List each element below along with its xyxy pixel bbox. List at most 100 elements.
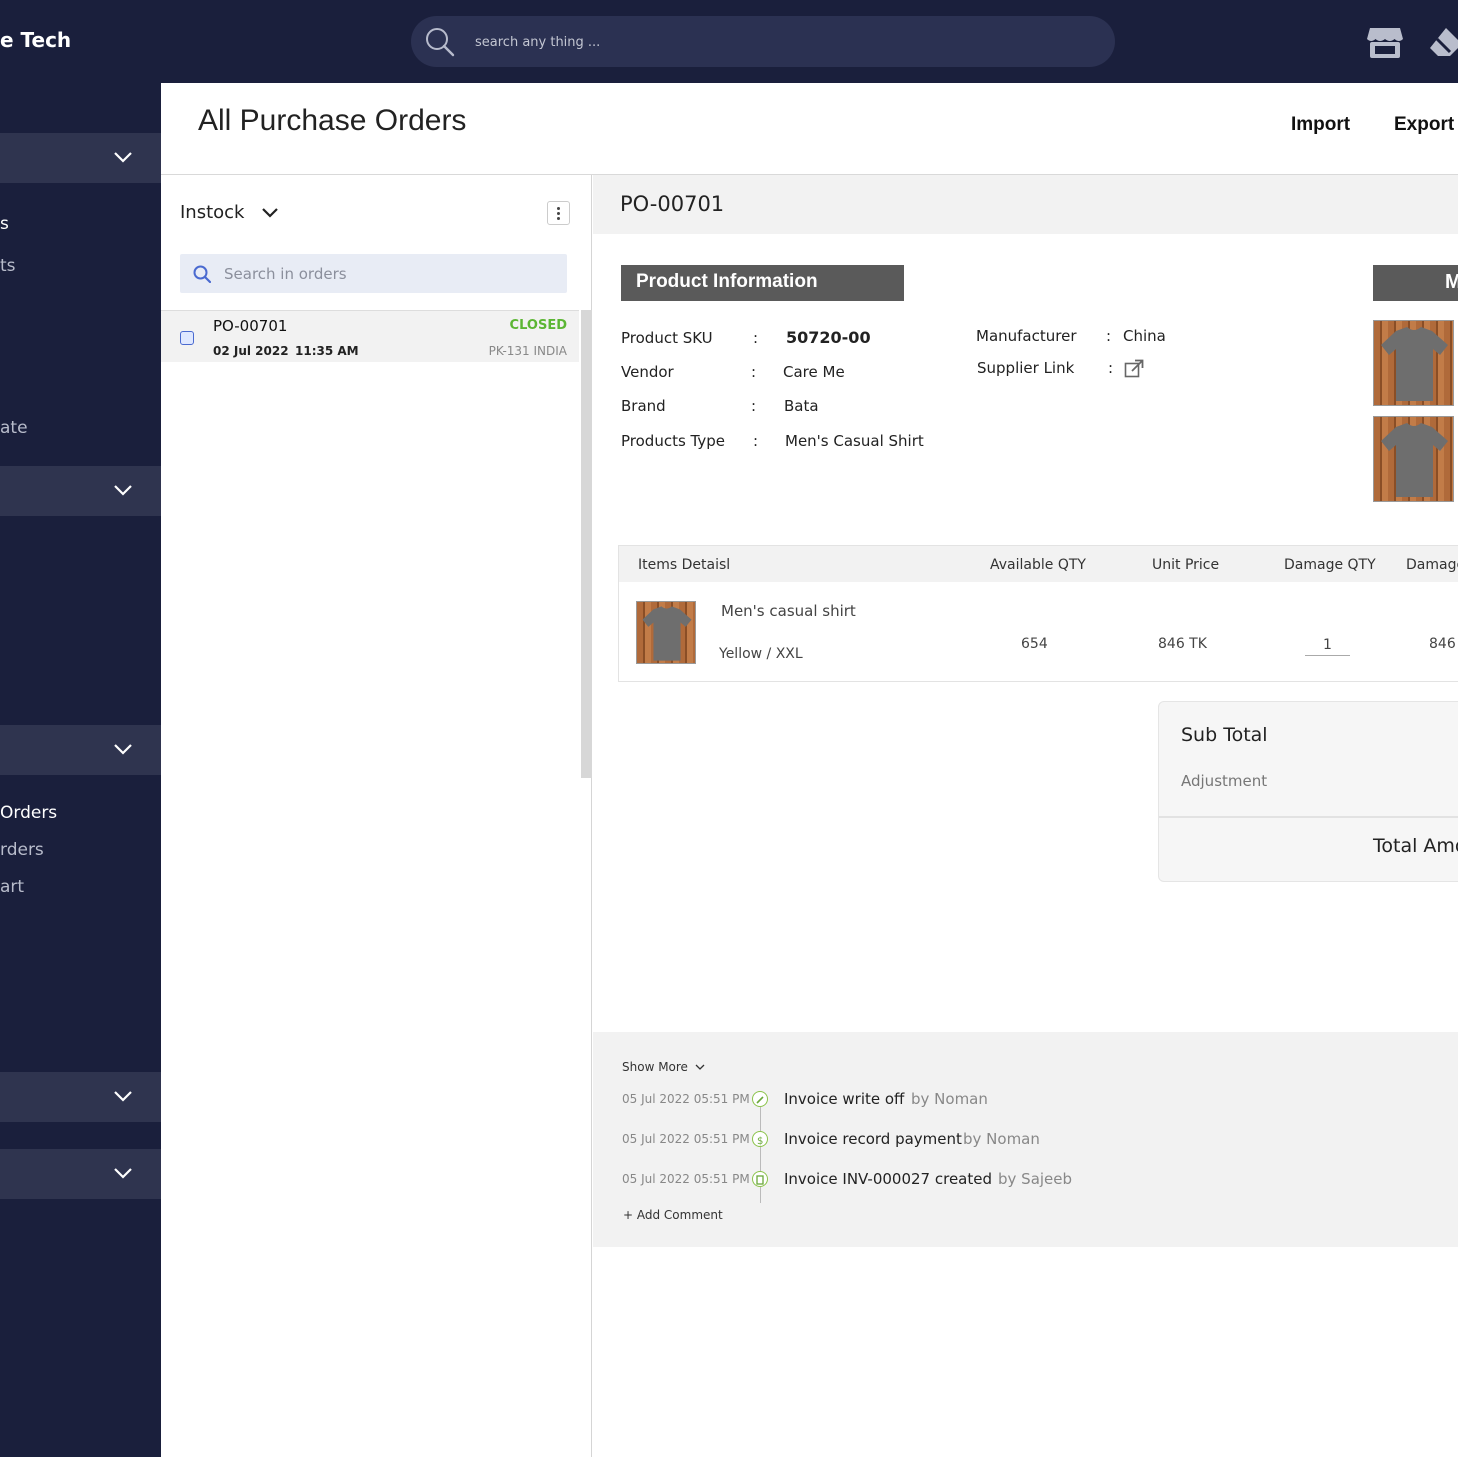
import-button[interactable]: Import: [1291, 114, 1350, 136]
brand-label: Brand: [621, 397, 666, 415]
edit-icon: [752, 1091, 768, 1107]
col-damage-qty: Damage QTY: [1284, 557, 1376, 573]
colon: :: [1106, 327, 1112, 345]
order-id: PO-00701: [213, 317, 288, 335]
order-checkbox[interactable]: [180, 331, 194, 345]
order-time: 11:35 AM: [295, 344, 359, 358]
top-bar: e Tech: [0, 0, 1458, 83]
chevron-down-icon: [114, 485, 132, 496]
product-type-value: Men's Casual Shirt: [785, 432, 924, 450]
brand-name: e Tech: [0, 28, 72, 52]
totals-divider: [1159, 816, 1458, 818]
colon: :: [753, 329, 759, 347]
sidebar: s ts ate Orders rders art: [0, 83, 161, 1457]
show-more-label: Show More: [622, 1060, 688, 1074]
global-search-input[interactable]: [475, 29, 1075, 55]
add-comment-button[interactable]: + Add Comment: [623, 1208, 723, 1222]
sidebar-item-6[interactable]: art: [0, 877, 24, 897]
sidebar-group-5[interactable]: [0, 1149, 161, 1199]
activity-text: Invoice record payment: [784, 1130, 962, 1148]
item-variant: Yellow / XXL: [719, 646, 803, 662]
tshirt-icon: [1381, 423, 1448, 497]
product-info-title: Product Information: [621, 265, 904, 301]
search-icon: [426, 28, 455, 57]
activity-author: by Noman: [911, 1090, 988, 1108]
kebab-dot: [557, 207, 560, 210]
colon: :: [751, 397, 757, 415]
product-type-label: Products Type: [621, 432, 725, 450]
sku-value: 50720-00: [786, 328, 871, 347]
status-badge: CLOSED: [509, 318, 567, 333]
sidebar-group-1[interactable]: [0, 133, 161, 183]
sku-label: Product SKU: [621, 329, 713, 347]
more-options-button[interactable]: [547, 201, 570, 225]
order-date: 02 Jul 2022: [213, 344, 289, 358]
brand-value: Bata: [784, 397, 819, 415]
show-more-button[interactable]: Show More: [622, 1060, 705, 1074]
total-amount-label: Total Amo: [1373, 835, 1458, 857]
damage-qty-input[interactable]: [1305, 634, 1350, 656]
order-location: PK-131 INDIA: [488, 344, 567, 358]
invoice-icon: [752, 1171, 768, 1187]
item-damage: 846: [1429, 636, 1456, 652]
order-list-panel: Instock PO-00701 02 Jul 2022 11:35 AM CL…: [161, 175, 592, 1457]
vendor-label: Vendor: [621, 363, 674, 381]
colon: :: [751, 363, 757, 381]
item-image: [636, 601, 696, 664]
detail-header: PO-00701: [593, 175, 1458, 234]
dollar-icon: $: [752, 1131, 768, 1147]
activity-author: by Noman: [963, 1130, 1040, 1148]
items-table: Items Detaisl Available QTY Unit Price D…: [618, 545, 1458, 682]
activity-text: Invoice write off: [784, 1090, 905, 1108]
sub-total-label: Sub Total: [1181, 724, 1268, 746]
item-name: Men's casual shirt: [721, 602, 856, 620]
sidebar-item-3[interactable]: ate: [0, 418, 28, 438]
activity-time: 05 Jul 2022 05:51 PM: [622, 1172, 750, 1186]
store-icon[interactable]: [1366, 24, 1404, 60]
sidebar-group-4[interactable]: [0, 1072, 161, 1122]
filter-dropdown-label[interactable]: Instock: [180, 202, 245, 223]
manufacturer-value: China: [1123, 327, 1166, 345]
sidebar-group-3[interactable]: [0, 725, 161, 775]
chevron-down-icon: [114, 1168, 132, 1179]
totals-box: Sub Total Adjustment Total Amo: [1158, 701, 1458, 882]
order-search[interactable]: [180, 254, 567, 293]
external-link-icon[interactable]: [1124, 359, 1144, 378]
chevron-down-icon: [114, 744, 132, 755]
search-icon: [193, 265, 211, 283]
eraser-icon[interactable]: [1428, 24, 1458, 60]
sidebar-item-1[interactable]: s: [0, 214, 9, 234]
col-items-details: Items Detaisl: [638, 557, 731, 573]
colon: :: [753, 432, 759, 450]
media-title: M: [1373, 265, 1458, 301]
item-unit-price: 846 TK: [1158, 636, 1207, 652]
item-available-qty: 654: [1021, 636, 1048, 652]
po-number: PO-00701: [620, 192, 725, 216]
tshirt-icon: [642, 606, 692, 661]
manufacturer-label: Manufacturer: [976, 327, 1077, 345]
activity-text: Invoice INV-000027 created: [784, 1170, 993, 1188]
product-image[interactable]: [1373, 416, 1454, 502]
export-button[interactable]: Export: [1394, 114, 1454, 136]
col-damage: Damage: [1406, 557, 1458, 573]
items-table-header: Items Detaisl Available QTY Unit Price D…: [619, 546, 1458, 582]
chevron-down-icon: [695, 1064, 705, 1070]
activity-author: by Sajeeb: [998, 1170, 1073, 1188]
sidebar-item-2[interactable]: ts: [0, 256, 16, 276]
kebab-dot: [557, 212, 560, 215]
sidebar-group-2[interactable]: [0, 466, 161, 516]
activity-log: Show More 05 Jul 2022 05:51 PM Invoice w…: [593, 1032, 1458, 1247]
chevron-down-icon: [114, 152, 132, 163]
order-list-item[interactable]: PO-00701 02 Jul 2022 11:35 AM CLOSED PK-…: [161, 310, 579, 362]
chevron-down-icon: [114, 1091, 132, 1102]
col-available-qty: Available QTY: [990, 557, 1086, 573]
order-search-input[interactable]: [224, 263, 544, 285]
list-scrollbar[interactable]: [581, 310, 592, 778]
sidebar-item-5[interactable]: rders: [0, 840, 44, 860]
product-image[interactable]: [1373, 320, 1454, 406]
activity-time: 05 Jul 2022 05:51 PM: [622, 1092, 750, 1106]
chevron-down-icon[interactable]: [261, 206, 279, 220]
sidebar-item-purchase-orders[interactable]: Orders: [0, 803, 57, 823]
global-search[interactable]: [411, 16, 1115, 67]
tshirt-icon: [1381, 327, 1448, 401]
